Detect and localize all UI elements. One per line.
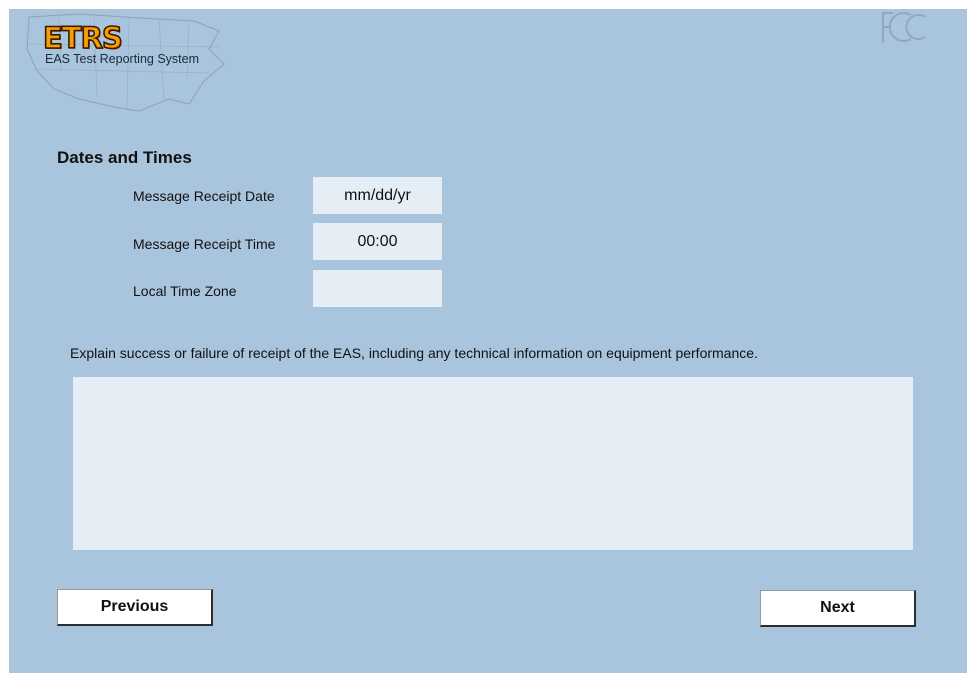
message-receipt-date-label: Message Receipt Date (133, 188, 275, 204)
message-receipt-date-input[interactable]: mm/dd/yr (313, 177, 442, 214)
logo-subtitle: EAS Test Reporting System (45, 52, 200, 66)
message-receipt-time-label: Message Receipt Time (133, 236, 276, 252)
local-time-zone-label: Local Time Zone (133, 283, 237, 299)
section-title: Dates and Times (57, 148, 192, 167)
form-panel: ETRS EAS Test Reporting System Dates and… (9, 9, 967, 673)
next-button[interactable]: Next (760, 590, 916, 627)
message-receipt-time-input[interactable]: 00:00 (313, 223, 442, 260)
local-time-zone-input[interactable] (313, 270, 442, 307)
explanation-textarea[interactable] (73, 377, 913, 550)
explanation-prompt: Explain success or failure of receipt of… (70, 345, 758, 361)
etrs-logo: ETRS (42, 20, 123, 56)
previous-button[interactable]: Previous (57, 589, 213, 626)
fcc-logo-icon (882, 12, 926, 43)
